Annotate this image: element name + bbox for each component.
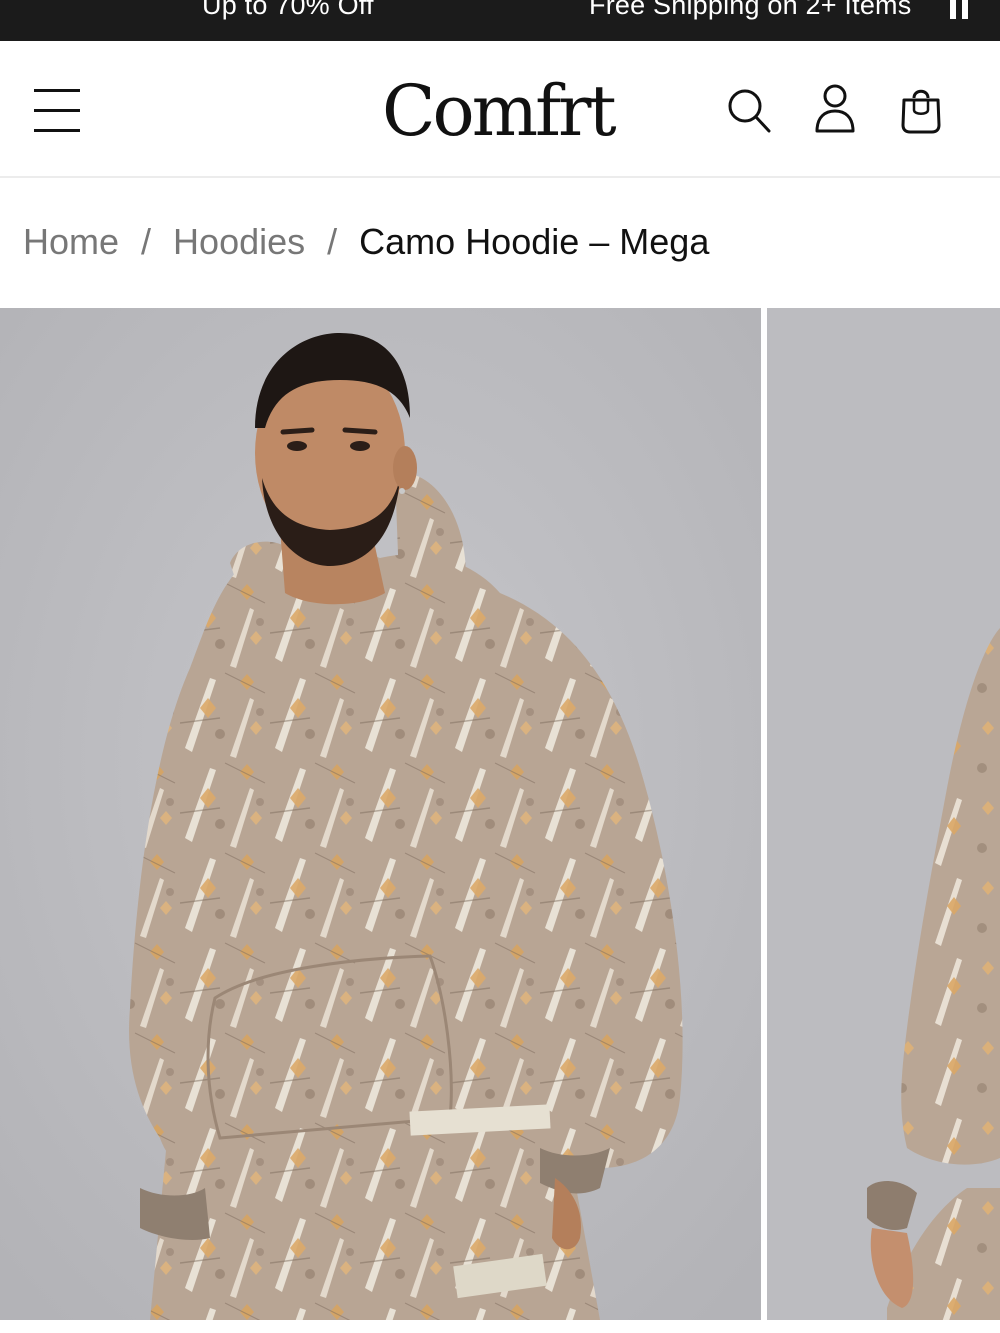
announcement-message-shipping[interactable]: Free Shipping on 2+ Items: [589, 0, 919, 21]
search-icon[interactable]: [724, 83, 774, 137]
site-header: Comfrt: [0, 41, 1000, 178]
announcement-message-sale[interactable]: Up to 70% Off: [202, 0, 374, 21]
shopping-bag-icon[interactable]: [896, 83, 946, 137]
pause-icon[interactable]: [950, 0, 970, 19]
hamburger-menu-icon[interactable]: [34, 87, 82, 133]
breadcrumb: Home / Hoodies / Camo Hoodie – Mega: [23, 221, 710, 263]
breadcrumb-current-page: Camo Hoodie – Mega: [359, 221, 710, 262]
user-icon[interactable]: [810, 83, 860, 137]
breadcrumb-home-link[interactable]: Home: [23, 221, 119, 263]
breadcrumb-hoodies-link[interactable]: Hoodies: [173, 221, 305, 263]
model-photo-illustration: [0, 308, 761, 1320]
breadcrumb-separator: /: [327, 221, 338, 262]
breadcrumb-separator: /: [141, 221, 152, 262]
model-photo-illustration: [767, 308, 1000, 1320]
product-image-main[interactable]: [0, 308, 761, 1320]
site-logo[interactable]: Comfrt: [382, 71, 622, 151]
announcement-bar: Up to 70% Off Free Shipping on 2+ Items: [0, 0, 1000, 41]
product-image-gallery[interactable]: [0, 308, 1000, 1320]
product-image-secondary[interactable]: [767, 308, 1000, 1320]
